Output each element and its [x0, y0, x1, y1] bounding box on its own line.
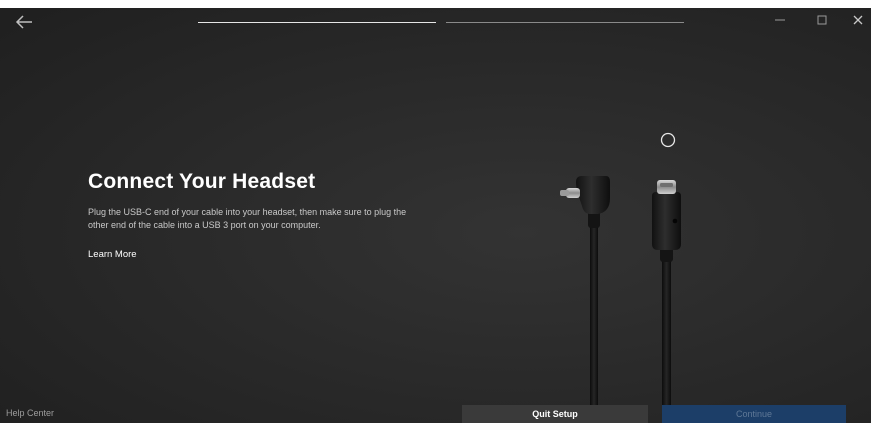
progress-step-1 — [198, 22, 436, 23]
learn-more-link[interactable]: Learn More — [88, 249, 137, 260]
setup-window: Connect Your Headset Plug the USB-C end … — [0, 0, 871, 423]
instructions-text: Plug the USB-C end of your cable into yo… — [88, 207, 407, 230]
help-center-link[interactable]: Help Center — [6, 408, 54, 418]
footer-bar: Help Center Quit Setup Continue — [0, 404, 871, 423]
maximize-icon — [817, 15, 827, 25]
continue-button[interactable]: Continue — [662, 405, 846, 423]
status-ring — [660, 132, 676, 148]
minimize-button[interactable] — [770, 10, 790, 30]
usb-c-cable-illustration — [560, 132, 681, 423]
progress-step-2 — [446, 22, 684, 23]
content-panel: Connect Your Headset Plug the USB-C end … — [88, 170, 428, 262]
back-button[interactable] — [14, 14, 34, 30]
arrow-left-icon — [15, 15, 32, 29]
quit-setup-button[interactable]: Quit Setup — [462, 405, 648, 423]
maximize-button[interactable] — [812, 10, 832, 30]
close-icon — [853, 15, 863, 25]
title-bar-strip — [0, 0, 871, 8]
minimize-icon — [775, 19, 785, 21]
page-title: Connect Your Headset — [88, 170, 316, 193]
close-button[interactable] — [848, 10, 868, 30]
